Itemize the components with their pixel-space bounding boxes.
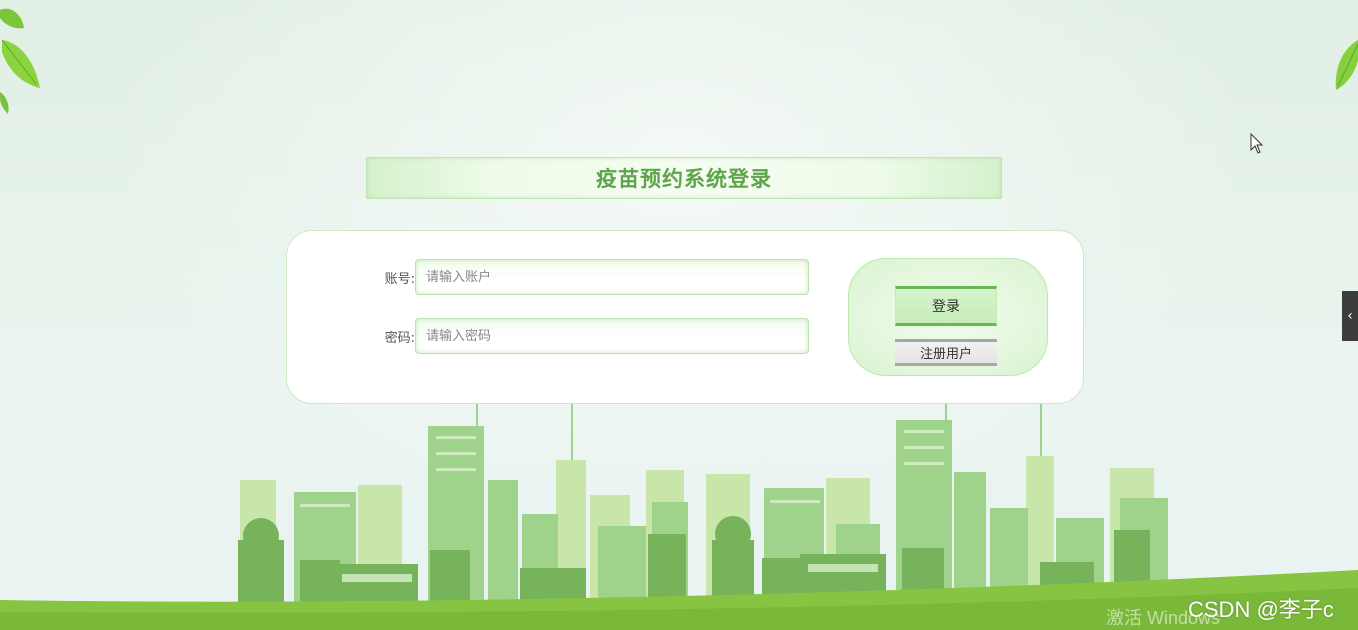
password-label: 密码: (384, 330, 415, 346)
side-collapse-tab[interactable]: ‹ (1342, 291, 1358, 341)
leaf-decoration-left (0, 8, 40, 114)
login-button[interactable]: 登录 (895, 286, 997, 326)
button-group: 登录 注册用户 (848, 258, 1048, 376)
account-label: 账号: (384, 271, 415, 287)
account-input[interactable] (415, 259, 809, 295)
password-row: 密码: (375, 318, 809, 354)
title-bar: 疫苗预约系统登录 (366, 157, 1002, 199)
leaf-decoration-right (1335, 40, 1358, 90)
account-row: 账号: (375, 259, 809, 295)
register-button[interactable]: 注册用户 (895, 339, 997, 366)
csdn-watermark: CSDN @李子c (1188, 597, 1334, 622)
cursor-icon (1250, 133, 1264, 154)
collapse-arrow-icon: ‹ (1347, 308, 1353, 324)
page-title: 疫苗预约系统登录 (596, 167, 772, 191)
city-skyline (0, 404, 1358, 630)
login-panel: 账号: 密码: 登录 注册用户 (286, 230, 1084, 404)
password-input[interactable] (415, 318, 809, 354)
